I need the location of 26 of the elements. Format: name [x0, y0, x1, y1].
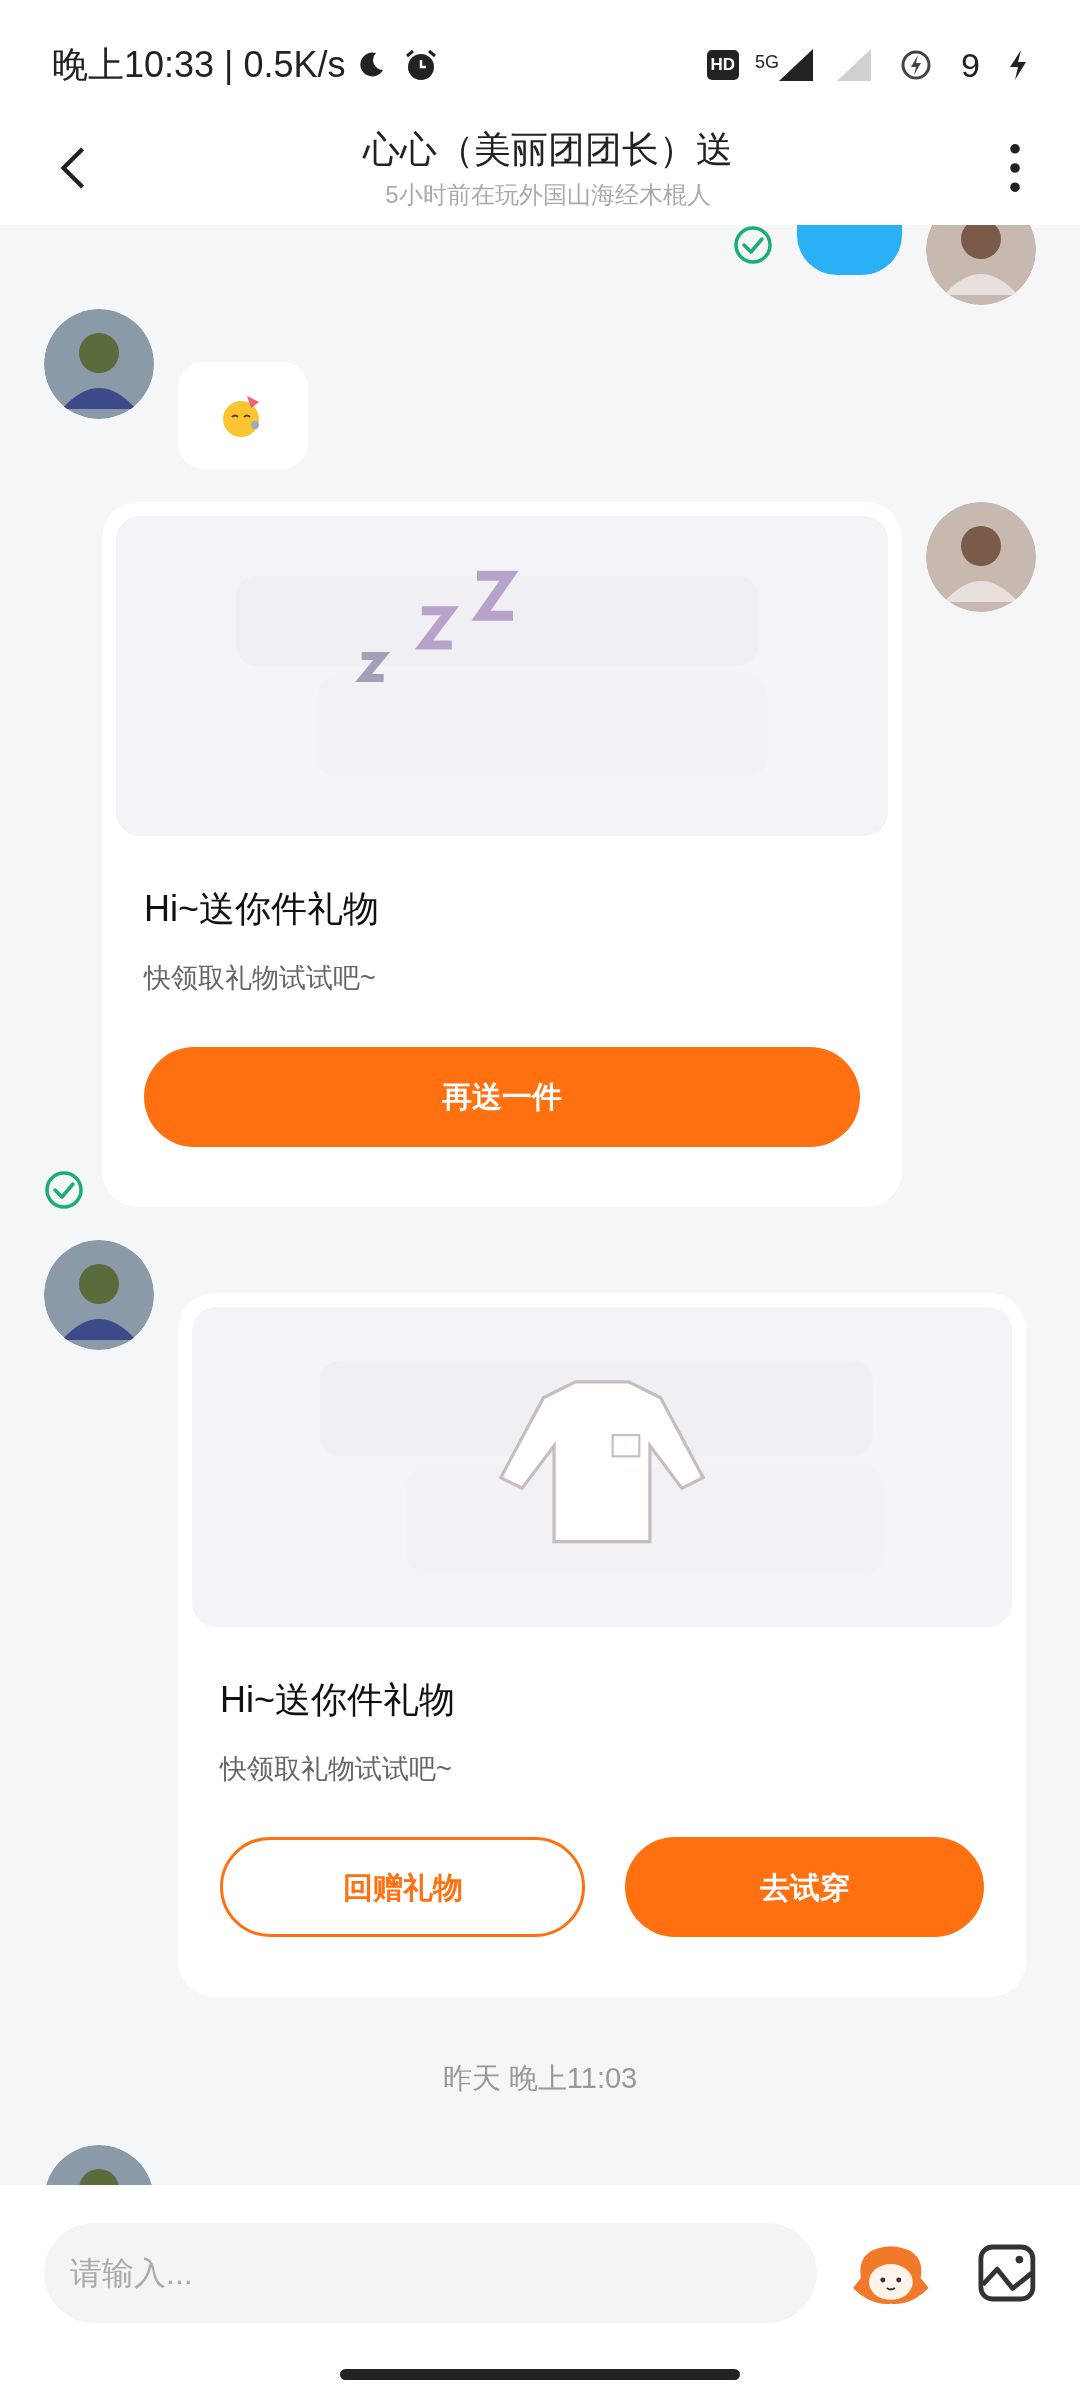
- status-time: 晚上10:33 | 0.5K/s: [52, 43, 346, 87]
- chat-title: 心心（美丽团团长）送: [363, 127, 733, 172]
- gift-action-button[interactable]: 再送一件: [144, 1046, 860, 1147]
- gift-subtitle: 快领取礼物试试吧~: [144, 962, 377, 995]
- message-input[interactable]: 请输入...: [44, 2223, 817, 2323]
- avatar[interactable]: [926, 225, 1036, 305]
- back-icon[interactable]: [60, 145, 86, 190]
- gift-action-button[interactable]: 去试穿: [625, 1837, 984, 1937]
- avatar[interactable]: [926, 502, 1036, 612]
- gift-action-button[interactable]: 回赠礼物: [220, 1837, 585, 1937]
- gift-title: Hi~送你件礼物: [220, 1677, 457, 1722]
- avatar[interactable]: [44, 309, 154, 419]
- battery-level: 9: [961, 44, 980, 86]
- gift-title: Hi~送你件礼物: [144, 887, 381, 931]
- signal-icon: [837, 49, 872, 81]
- charging-icon: [1008, 50, 1028, 80]
- chat-subtitle: 5小时前在玩外国山海经木棍人: [385, 180, 711, 211]
- alarm-icon: [403, 48, 438, 82]
- hd-badge: HD: [706, 50, 740, 80]
- avatar[interactable]: [44, 1239, 154, 1350]
- signal-icon: [779, 49, 814, 81]
- more-icon[interactable]: [1010, 143, 1020, 192]
- image-icon[interactable]: [978, 2244, 1036, 2302]
- network-label: 5G: [755, 51, 780, 74]
- timestamp: 昨天 晚上11:03: [442, 2061, 638, 2096]
- gift-subtitle: 快领取礼物试试吧~: [220, 1752, 453, 1786]
